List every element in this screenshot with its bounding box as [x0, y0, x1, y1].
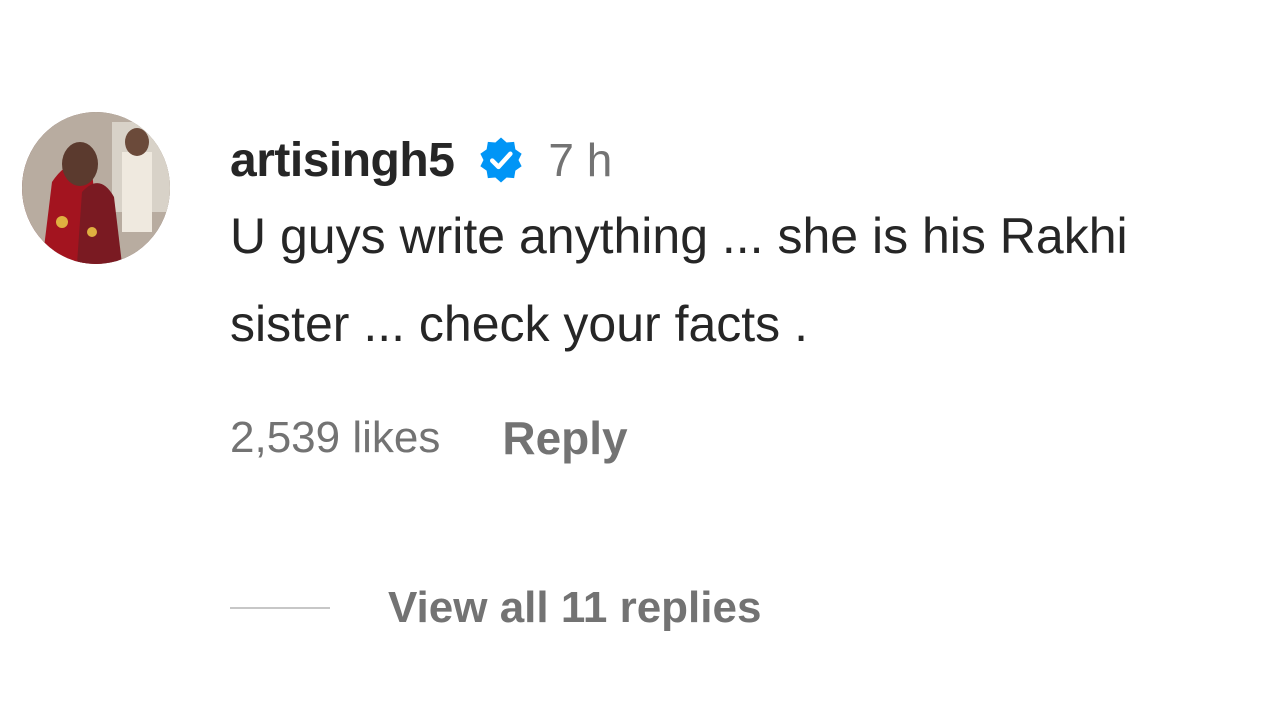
view-replies-button[interactable]: View all 11 replies [230, 578, 761, 638]
comment-text: U guys write anything ... she is his Rak… [230, 208, 1128, 352]
comment-header: artisingh5 7 h [230, 128, 1250, 192]
verified-badge-icon [476, 135, 526, 185]
username-link[interactable]: artisingh5 [230, 133, 455, 188]
comment: artisingh5 7 h U guys write anything ...… [22, 112, 1250, 468]
comment-timestamp: 7 h [548, 134, 613, 186]
avatar-photo-icon [22, 112, 170, 264]
comment-screen: artisingh5 7 h U guys write anything ...… [0, 0, 1280, 720]
likes-count[interactable]: 2,539 likes [230, 413, 440, 463]
avatar[interactable] [22, 112, 170, 264]
comment-body: artisingh5 7 h U guys write anything ...… [230, 128, 1250, 468]
reply-button[interactable]: Reply [502, 411, 627, 465]
view-replies-label: View all 11 replies [388, 583, 762, 632]
comment-actions: 2,539 likes Reply [230, 408, 1250, 468]
replies-divider [230, 607, 330, 609]
